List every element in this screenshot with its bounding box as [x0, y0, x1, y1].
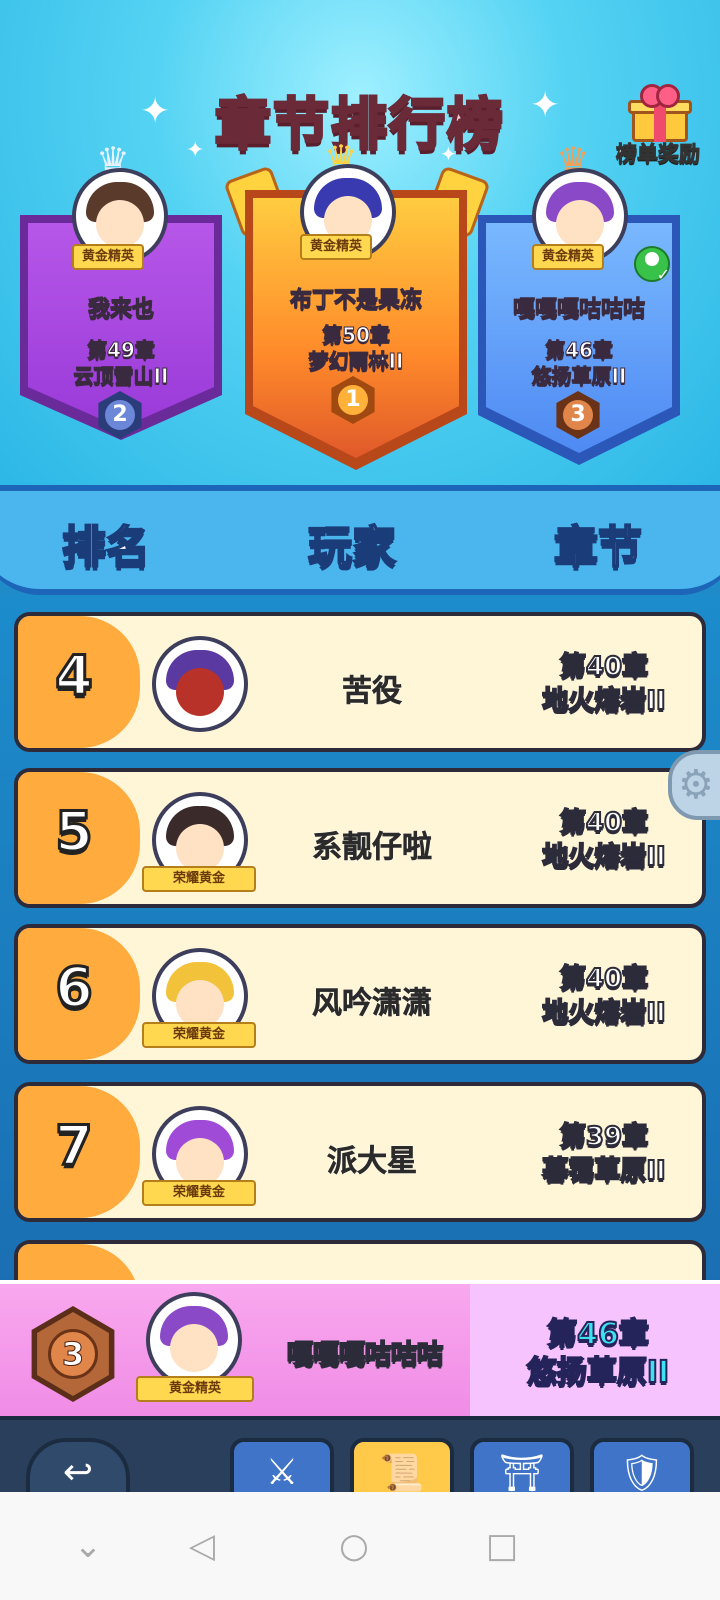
chapter-rank-tab-button[interactable]: 📜 [350, 1438, 454, 1492]
podium-chapter: 第50章 [322, 323, 391, 348]
table-row[interactable]: 6 荣耀黄金 风吟潇潇 第40章 地火熔岩II [14, 924, 706, 1064]
row-chapter: 第40章 地火熔岩II [541, 807, 666, 873]
row-player-name: 系靓仔啦 [312, 830, 433, 866]
row-chapter: 第40章 地火熔岩II [541, 651, 666, 717]
rank-tier-badge: 荣耀黄金 [142, 1180, 256, 1206]
gate-tab-button[interactable]: ⛩ [470, 1438, 574, 1492]
table-row[interactable]: 5 荣耀黄金 系靓仔啦 第40章 地火熔岩II [14, 768, 706, 908]
my-chapter: 第46章 悠扬草原II [526, 1316, 670, 1391]
podium-player-name: 我来也 [87, 297, 154, 323]
row-chapter: 第40章 地火熔岩II [541, 963, 666, 1029]
system-nav-bar: ⌄ ◁ ○ □ [0, 1492, 720, 1600]
podium-stage: 悠扬草原II [531, 364, 627, 389]
row-player-name: 苦役 [342, 674, 403, 710]
crossed-swords-icon: ⚔ [265, 1452, 299, 1492]
home-circle-icon[interactable]: ○ [326, 1518, 382, 1574]
row-chapter: 第39章 暮霭草原II [541, 1121, 666, 1187]
row-rank: 6 [54, 955, 95, 1021]
rank-reward-button[interactable]: 榜单奖励 [606, 70, 710, 170]
header-rank: 排名 [61, 521, 151, 574]
podium-stage: 云顶雪山II [73, 364, 169, 389]
recents-square-icon[interactable]: □ [474, 1518, 530, 1574]
my-rank-bar[interactable]: 3 黄金精英 嘎嘎嘎咕咕咕 第46章 悠扬草原II [0, 1280, 720, 1420]
leaderboard-top-area: ✦ ✦ ✦ ✦ 章节排行榜 榜单奖励 我来也 第49章 云顶雪山II 2 布丁不… [0, 0, 720, 490]
podium-stage: 梦幻雨林II [308, 349, 404, 374]
shield-tab-button[interactable]: 🛡 [590, 1438, 694, 1492]
row-rank: 7 [54, 1113, 95, 1179]
row-player-name: 派大星 [327, 1144, 418, 1180]
podium-player-name: 嘎嘎嘎咕咕咕 [512, 297, 645, 323]
friend-check-icon [634, 246, 670, 284]
rank-tier-badge: 荣耀黄金 [142, 1022, 256, 1048]
gift-icon [628, 84, 692, 142]
rank-tier-badge: 黄金精英 [136, 1376, 254, 1402]
podium-chapter: 第46章 [545, 338, 614, 363]
avatar[interactable] [146, 1292, 242, 1388]
rank-tier-badge: 黄金精英 [72, 244, 145, 270]
back-triangle-icon[interactable]: ◁ [174, 1518, 230, 1574]
battle-tab-button[interactable]: ⚔ [230, 1438, 334, 1492]
shield-icon: 🛡 [619, 1453, 665, 1492]
row-player-name: 风吟潇潇 [312, 986, 433, 1022]
row-rank: 4 [54, 643, 95, 709]
header-chapter: 章节 [553, 521, 643, 574]
scroll-map-icon: 📜 [379, 1453, 425, 1492]
rank-tier-badge: 黄金精英 [300, 234, 373, 260]
rank-tier-badge: 黄金精英 [532, 244, 605, 270]
my-player-name: 嘎嘎嘎咕咕咕 [286, 1339, 444, 1371]
column-header-bar: 排名 玩家 章节 [0, 485, 720, 595]
back-button[interactable]: ↩ [26, 1438, 130, 1492]
bottom-nav: ↩ ⚔ 📜 ⛩ 🛡 [0, 1416, 720, 1492]
podium-chapter: 第49章 [87, 338, 156, 363]
settings-gear-icon[interactable]: ⚙ [668, 750, 720, 820]
back-arrow-icon: ↩ [62, 1452, 94, 1492]
rank-tier-badge: 荣耀黄金 [142, 866, 256, 892]
table-row[interactable]: 4 苦役 第40章 地火熔岩II [14, 612, 706, 752]
table-row[interactable]: 7 荣耀黄金 派大星 第39章 暮霭草原II [14, 1082, 706, 1222]
gate-icon: ⛩ [499, 1453, 545, 1492]
header-player: 玩家 [307, 521, 397, 574]
row-rank: 5 [54, 799, 95, 865]
chevron-down-icon[interactable]: ⌄ [60, 1518, 116, 1574]
rank-3-medal: 3 [31, 1306, 115, 1402]
podium-player-name: 布丁不是果冻 [289, 288, 422, 314]
rank-reward-label: 榜单奖励 [616, 142, 701, 167]
avatar[interactable] [152, 636, 248, 732]
